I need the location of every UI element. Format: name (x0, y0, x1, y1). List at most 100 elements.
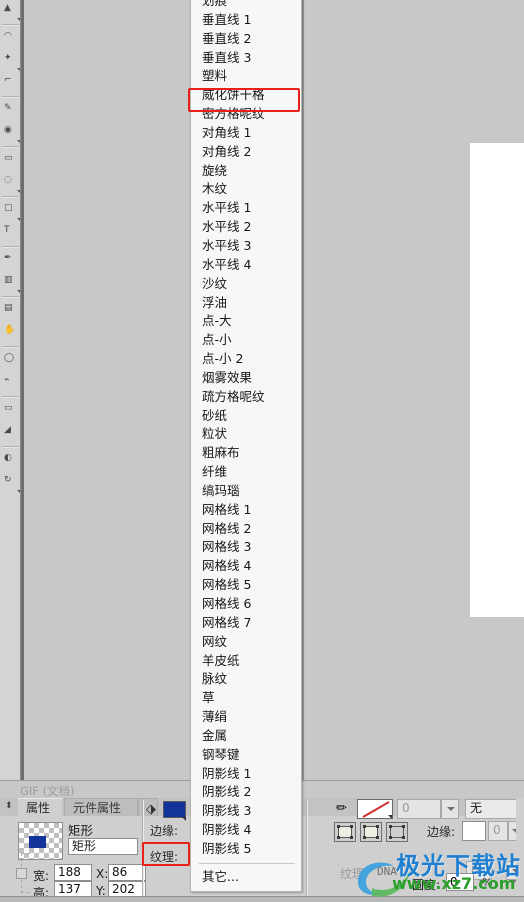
left-tool-strip[interactable]: ▲ ◠ ✦ ⌐ ✎ ◉ ▭ ◌ ▢ T ✒ ▥ ▤ ✋ ◯ ⌁ ▭ ◢ ◐ ↻ (0, 0, 21, 780)
tool-wand[interactable]: ✦ (0, 50, 21, 72)
menu-item-texture[interactable]: 水平线 3 (191, 237, 301, 256)
menu-item-texture[interactable]: 沙纹 (191, 275, 301, 294)
menu-item-texture[interactable]: 网格线 1 (191, 501, 301, 520)
menu-item-texture[interactable]: 垂直线 1 (191, 11, 301, 30)
menu-item-texture[interactable]: 垂直线 3 (191, 49, 301, 68)
tool-knife[interactable]: ◢ (0, 422, 21, 444)
menu-item-texture[interactable]: 对角线 1 (191, 124, 301, 143)
menu-item-texture[interactable]: 水平线 4 (191, 256, 301, 275)
menu-item-texture[interactable]: 旋绕 (191, 162, 301, 181)
tool-brush[interactable]: ✎ (0, 100, 21, 122)
menu-item-texture[interactable]: 粗麻布 (191, 444, 301, 463)
menu-item-texture[interactable]: 草 (191, 689, 301, 708)
menu-item-texture[interactable]: 阴影线 4 (191, 821, 301, 840)
tool-divider (2, 196, 19, 198)
panel-collapse-icon[interactable]: ⬍ (5, 801, 13, 811)
tool-shape[interactable]: ▢ (0, 200, 21, 222)
object-name-input[interactable]: 矩形 (68, 838, 138, 855)
tool-slice[interactable]: ▤ (0, 300, 21, 322)
hand-icon: ✋ (4, 325, 16, 335)
tool-text[interactable]: T (0, 222, 21, 244)
menu-item-texture[interactable]: 纤维 (191, 463, 301, 482)
menu-item-texture[interactable]: 阴影线 1 (191, 765, 301, 784)
fill-texture-label[interactable]: 纹理: (150, 848, 178, 865)
tool-mask[interactable]: ◐ (0, 450, 21, 472)
tool-zoom[interactable]: ◯ (0, 350, 21, 372)
tool-blur[interactable]: ◌ (0, 172, 21, 194)
menu-item-texture[interactable]: 网格线 7 (191, 614, 301, 633)
stroke-align-inside-button[interactable] (334, 822, 356, 842)
tool-lasso[interactable]: ◠ (0, 28, 21, 50)
tool-stamp[interactable]: ◉ (0, 122, 21, 144)
stamp-icon: ◉ (4, 125, 12, 135)
menu-item-texture[interactable]: 羊皮纸 (191, 652, 301, 671)
stroke-edge-amount-input[interactable]: 0 (488, 821, 508, 841)
menu-item-texture[interactable]: 水平线 2 (191, 218, 301, 237)
tool-rotate[interactable]: ↻ (0, 472, 21, 494)
menu-item-texture[interactable]: 点-小 (191, 331, 301, 350)
menu-item-texture[interactable]: 烟雾效果 (191, 369, 301, 388)
menu-item-texture[interactable]: 网格线 2 (191, 520, 301, 539)
stroke-texture-label: 纹理: (340, 867, 369, 881)
menu-item-texture[interactable]: 网格线 6 (191, 595, 301, 614)
menu-item-texture[interactable]: 金属 (191, 727, 301, 746)
tool-pen[interactable]: ✒ (0, 250, 21, 272)
menu-item-texture[interactable]: 砂纸 (191, 407, 301, 426)
stroke-edge-swatch[interactable] (462, 821, 486, 841)
knife-icon: ◢ (4, 425, 11, 435)
x-input[interactable]: 86 (108, 864, 146, 881)
menu-item-texture[interactable]: 密方格呢纹 (191, 105, 301, 124)
tool-flyout-arrow-icon (17, 190, 20, 193)
tool-divider (2, 146, 19, 148)
tool-eraser[interactable]: ▭ (0, 150, 21, 172)
menu-item-texture[interactable]: 点-大 (191, 312, 301, 331)
document-canvas-page[interactable] (470, 143, 524, 617)
stroke-width-input[interactable]: 0 (397, 799, 441, 819)
tool-rect-marquee[interactable]: ▭ (0, 400, 21, 422)
menu-item-texture[interactable]: 网格线 3 (191, 538, 301, 557)
menu-item-texture[interactable]: 缟玛瑙 (191, 482, 301, 501)
menu-item-texture[interactable]: 点-小 2 (191, 350, 301, 369)
paint-bucket-icon[interactable]: ⬗ (146, 802, 156, 817)
menu-item-texture[interactable]: 塑料 (191, 67, 301, 86)
menu-item-texture[interactable]: 阴影线 5 (191, 840, 301, 859)
texture-dropdown-menu[interactable]: 划痕 垂直线 1 垂直线 2 垂直线 3 塑料 威化饼干格 密方格呢纹 对角线 1 对角线 2旋… (190, 0, 302, 892)
menu-item-texture[interactable]: 粒状 (191, 425, 301, 444)
fill-color-swatch[interactable] (163, 801, 186, 821)
menu-item-texture[interactable]: 水平线 1 (191, 199, 301, 218)
menu-item-texture[interactable]: 脉纹 (191, 670, 301, 689)
tool-crop[interactable]: ⌐ (0, 72, 21, 94)
tool-gradient[interactable]: ▥ (0, 272, 21, 294)
width-input[interactable]: 188 (54, 864, 92, 881)
menu-item-texture[interactable]: 阴影线 2 (191, 783, 301, 802)
menu-item-texture[interactable]: 疏方格呢纹 (191, 388, 301, 407)
tool-select[interactable]: ▲ (0, 0, 21, 22)
menu-item-texture[interactable]: 网格线 4 (191, 557, 301, 576)
menu-item-texture[interactable]: 阴影线 3 (191, 802, 301, 821)
tab-symbol-properties[interactable]: 元件属性 (64, 798, 138, 816)
blur-icon: ◌ (4, 175, 12, 185)
pencil-icon[interactable]: ✏ (336, 801, 347, 816)
menu-item-texture[interactable]: 木纹 (191, 180, 301, 199)
menu-item-texture[interactable]: 对角线 2 (191, 143, 301, 162)
menu-item-texture[interactable]: 垂直线 2 (191, 30, 301, 49)
stroke-texture-value[interactable]: DNA (377, 865, 397, 878)
tool-hand[interactable]: ✋ (0, 322, 21, 344)
menu-item-texture[interactable]: 威化饼干格 (191, 86, 301, 105)
menu-item-texture[interactable]: 划痕 (191, 0, 301, 11)
crop-icon: ⌐ (4, 75, 12, 85)
menu-item-texture[interactable]: 钢琴键 (191, 746, 301, 765)
stroke-align-outside-button[interactable] (386, 822, 408, 842)
stroke-align-center-button[interactable] (360, 822, 382, 842)
stroke-color-swatch[interactable] (357, 799, 393, 819)
menu-item-texture[interactable]: 薄绢 (191, 708, 301, 727)
menu-item-texture[interactable]: 其它... (191, 868, 301, 887)
menu-item-texture[interactable]: 网格线 5 (191, 576, 301, 595)
menu-item-texture[interactable]: 浮油 (191, 294, 301, 313)
constrain-proportions-toggle[interactable] (16, 868, 27, 879)
tab-properties[interactable]: 属性 (18, 798, 62, 816)
tool-eyedropper[interactable]: ⌁ (0, 372, 21, 394)
roundness-input[interactable]: 0 (446, 873, 474, 891)
stroke-width-stepper[interactable] (441, 799, 459, 819)
menu-item-texture[interactable]: 网纹 (191, 633, 301, 652)
